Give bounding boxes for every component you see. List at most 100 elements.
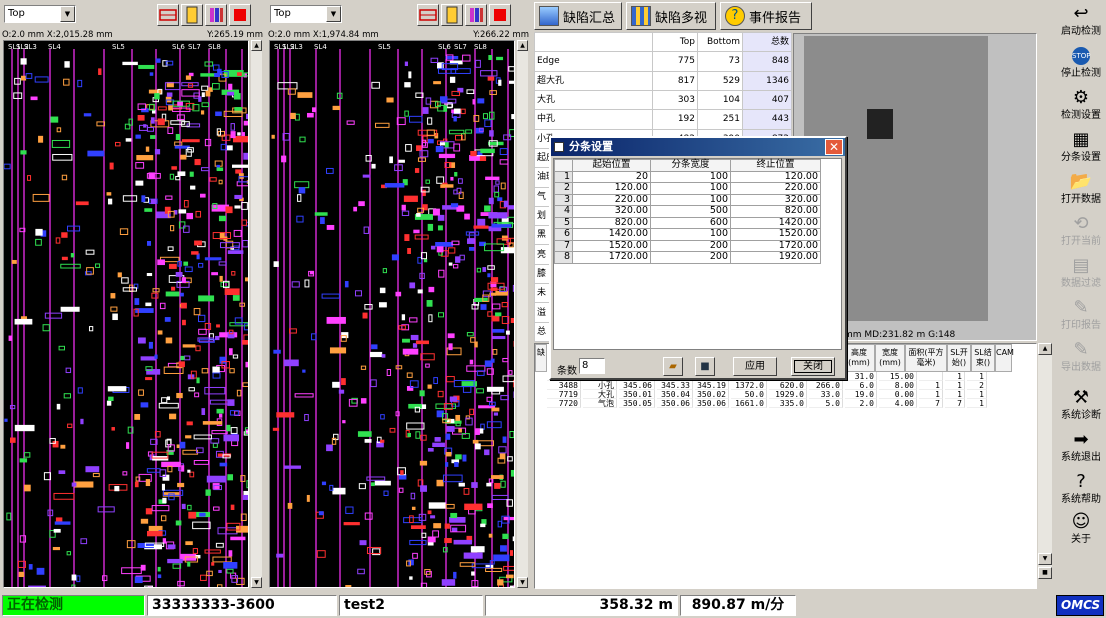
tab-event-report[interactable]: ? 事件报告 (720, 2, 812, 30)
strip-cell[interactable]: 4 (554, 205, 573, 218)
defect-marker (436, 246, 444, 253)
strip-cell[interactable]: 1920.00 (730, 251, 821, 264)
fit-width-icon[interactable] (157, 4, 179, 26)
sidebar-button-help[interactable]: ? 系统帮助 (1058, 470, 1104, 506)
strip-cell[interactable]: 1520.00 (572, 239, 651, 252)
defect-marker (183, 200, 189, 208)
strip-row[interactable]: 2 120.00 100 220.00 (554, 182, 821, 195)
strip-cell[interactable]: 1720.00 (730, 239, 821, 252)
strip-row[interactable]: 1 20 100 120.00 (554, 170, 821, 183)
defect-marker (125, 138, 132, 142)
summary-row[interactable]: 大孔 303 104 407 (534, 89, 792, 111)
defect-marker (441, 579, 456, 586)
strip-cell[interactable]: 100 (650, 193, 731, 206)
defect-marker (508, 242, 514, 248)
sidebar-button-folder-open[interactable]: 📂 打开数据 (1058, 170, 1104, 206)
strip-cell[interactable]: 8 (554, 251, 573, 264)
strip-cell[interactable]: 2 (554, 182, 573, 195)
strip-cell[interactable]: 100 (650, 182, 731, 195)
strip-cell[interactable]: 200 (650, 239, 731, 252)
sidebar-button-start-detect[interactable]: ↩ 启动检测 (1058, 2, 1104, 38)
close-icon[interactable]: ✕ (825, 139, 843, 155)
strip-settings-grid[interactable]: 起始位置 分条宽度 终止位置 1 20 100 120.00 2 120.00 100 220.00… (553, 158, 842, 350)
color-legend-icon[interactable] (205, 4, 227, 26)
fit-height-icon[interactable] (181, 4, 203, 26)
defect-marker (9, 437, 16, 443)
strip-cell[interactable]: 820.00 (572, 216, 651, 229)
strip-row[interactable]: 4 320.00 500 820.00 (554, 205, 821, 218)
stop-map-icon[interactable] (229, 4, 251, 26)
strip-cell[interactable]: 100 (650, 170, 731, 183)
save-file-button[interactable]: ■ (695, 357, 715, 376)
strip-cell[interactable]: 7 (554, 239, 573, 252)
strip-cell[interactable]: 500 (650, 205, 731, 218)
summary-row[interactable]: 超大孔 817 529 1346 (534, 70, 792, 91)
summary-row[interactable]: 中孔 192 251 443 (534, 109, 792, 130)
strip-cell[interactable]: 200 (650, 251, 731, 264)
sidebar-button-about[interactable]: ☺ 关于 (1058, 510, 1104, 546)
sidebar-button-tools[interactable]: ⚒ 系统诊断 (1058, 386, 1104, 422)
left-map-scrollbar[interactable]: ▲ ▼ (251, 40, 262, 588)
strip-cell[interactable]: 120.00 (572, 182, 651, 195)
strip-cell[interactable]: 1420.00 (730, 216, 821, 229)
sidebar-button-open-current[interactable]: ⟲ 打开当前 (1058, 212, 1104, 248)
strip-row[interactable]: 3 220.00 100 320.00 (554, 193, 821, 206)
strip-count-input[interactable]: 8 (579, 358, 605, 374)
detail-scrollbar[interactable]: ▲ ▼ ■ (1038, 343, 1052, 579)
apply-button[interactable]: 应用 (733, 357, 777, 376)
right-defect-map[interactable]: SL1 SL2 SL3 SL4 SL5 SL6 SL7 SL8 (269, 40, 515, 588)
tab-defect-multiview[interactable]: 缺陷多视 (626, 2, 716, 30)
defect-marker (291, 281, 300, 288)
chevron-down-icon[interactable]: ▼ (60, 6, 75, 22)
close-dialog-button[interactable]: 关闭 (791, 357, 835, 376)
defect-marker (435, 145, 444, 153)
sidebar-button-filter[interactable]: ▤ 数据过滤 (1058, 254, 1104, 290)
tab-defect-summary[interactable]: 缺陷汇总 (534, 2, 622, 30)
strip-cell[interactable]: 220.00 (572, 193, 651, 206)
defect-marker (80, 538, 88, 545)
strip-cell[interactable]: 100 (650, 228, 731, 241)
defect-marker (166, 92, 173, 97)
strip-cell[interactable]: 820.00 (730, 205, 821, 218)
strip-row[interactable]: 5 820.00 600 1420.00 (554, 216, 821, 229)
strip-row[interactable]: 起始位置 分条宽度 终止位置 (554, 159, 821, 172)
strip-cell[interactable]: 600 (650, 216, 731, 229)
chevron-down-icon[interactable]: ▼ (326, 6, 341, 22)
strip-row[interactable]: 7 1520.00 200 1720.00 (554, 239, 821, 252)
detail-cell: 350.02 (695, 390, 729, 399)
strip-cell[interactable]: 320.00 (730, 193, 821, 206)
summary-row[interactable]: Edge 775 73 848 (534, 51, 792, 72)
right-side-select[interactable]: Top ▼ (270, 5, 342, 23)
strip-cell[interactable]: 120.00 (730, 170, 821, 183)
strip-row[interactable]: 8 1720.00 200 1920.00 (554, 251, 821, 264)
strip-cell[interactable]: 220.00 (730, 182, 821, 195)
strip-cell[interactable]: 20 (572, 170, 651, 183)
sidebar-button-export[interactable]: ✎ 导出数据 (1058, 338, 1104, 374)
left-defect-map[interactable]: SL1 SL2 SL3 SL4 SL5 SL6 SL7 SL8 (3, 40, 249, 588)
sidebar-button-print[interactable]: ✎ 打印报告 (1058, 296, 1104, 332)
sidebar-button-exit-arrow[interactable]: ➡ 系统退出 (1058, 428, 1104, 464)
stop-map-icon[interactable] (489, 4, 511, 26)
defect-marker (512, 536, 514, 542)
color-legend-icon[interactable] (465, 4, 487, 26)
open-file-button[interactable]: ▰ (663, 357, 683, 376)
strip-cell[interactable]: 1420.00 (572, 228, 651, 241)
summary-row[interactable]: Top Bottom 总数 (534, 31, 792, 53)
strip-cell[interactable]: 1520.00 (730, 228, 821, 241)
strip-row[interactable]: 6 1420.00 100 1520.00 (554, 228, 821, 241)
sidebar-button-gear[interactable]: ⚙ 检测设置 (1058, 86, 1104, 122)
sidebar-button-strip-settings[interactable]: ▦ 分条设置 (1058, 128, 1104, 164)
strip-cell[interactable]: 320.00 (572, 205, 651, 218)
strip-cell[interactable]: 6 (554, 228, 573, 241)
strip-cell[interactable]: 5 (554, 216, 573, 229)
left-side-select[interactable]: Top ▼ (4, 5, 76, 23)
strip-cell[interactable]: 1720.00 (572, 251, 651, 264)
right-map-scrollbar[interactable]: ▲ ▼ (517, 40, 528, 588)
dialog-titlebar[interactable]: 分条设置 ✕ (551, 138, 845, 156)
strip-cell[interactable]: 3 (554, 193, 573, 206)
sidebar-button-stop[interactable]: STOP 停止检测 (1058, 44, 1104, 80)
defect-marker (233, 93, 241, 100)
strip-cell[interactable]: 1 (554, 170, 573, 183)
fit-width-icon[interactable] (417, 4, 439, 26)
fit-height-icon[interactable] (441, 4, 463, 26)
